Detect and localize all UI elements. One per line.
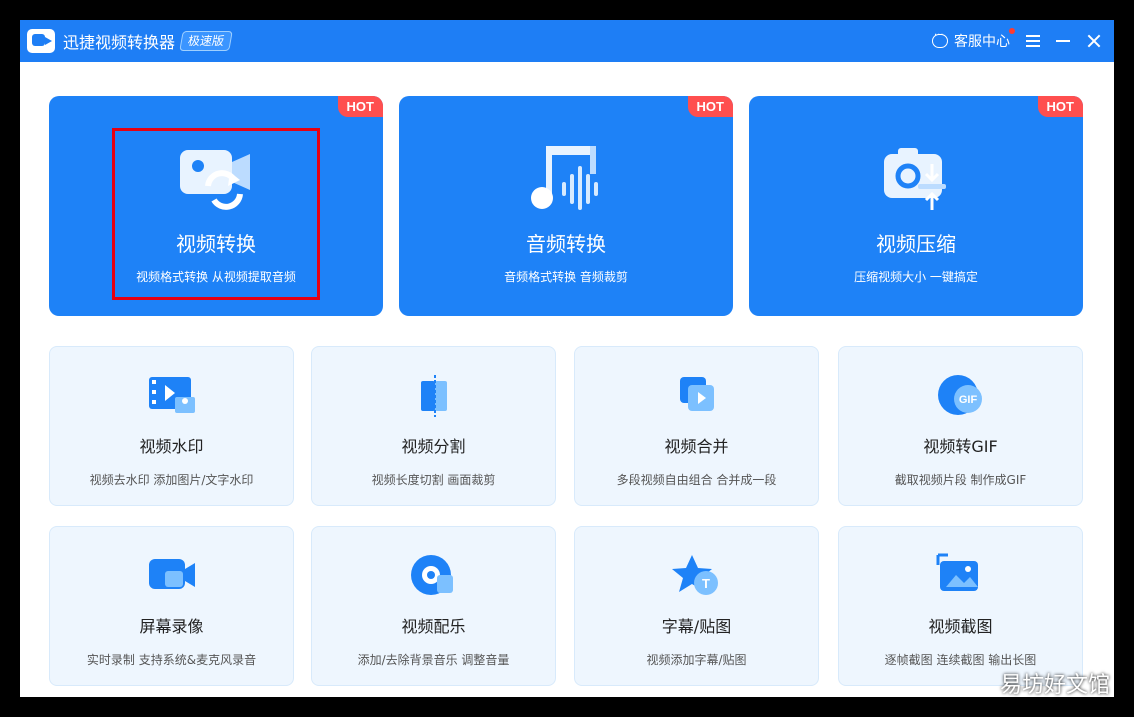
card-title: 音频转换 [526,232,606,256]
hot-badge: HOT [1037,96,1083,117]
card-subtitle: 逐帧截图 连续截图 输出长图 [884,653,1037,667]
customer-service-label: 客服中心 [954,34,1010,50]
card-subtitle: 压缩视频大小 一键搞定 [854,270,978,284]
text-icon-letter: T [702,576,710,591]
hot-badge: HOT [337,96,383,117]
card-subtitle: 截取视频片段 制作成GIF [894,473,1027,487]
film-watermark-icon [148,377,195,413]
customer-service-button[interactable]: 客服中心 [932,28,1015,51]
card-subtitle: 音频格式转换 音频裁剪 [504,270,628,284]
star-text-icon: T [671,555,718,595]
card-subtitle: 实时录制 支持系统&麦克风录音 [86,653,257,667]
card-title: 视频配乐 [401,617,466,636]
menu-icon[interactable] [1026,35,1040,47]
screen-record-card[interactable]: 屏幕录像 实时录制 支持系统&麦克风录音 [49,526,294,686]
notification-dot [1009,28,1015,34]
card-title: 视频水印 [139,437,204,456]
gif-icon-text: GIF [958,394,977,406]
hot-badge: HOT [687,96,733,117]
screen-record-icon [148,559,195,589]
video-merge-card[interactable]: 视频合并 多段视频自由组合 合并成一段 [574,346,819,506]
camera-compress-icon [884,148,946,210]
card-title: 视频截图 [928,617,993,636]
title-bar-controls: 客服中心 [932,28,1102,51]
subtitle-sticker-card[interactable]: T 字幕/贴图 视频添加字幕/贴图 [574,526,819,686]
gif-icon: GIF [937,375,982,415]
audio-convert-card[interactable]: HOT 音频转换 音频格式转换 音频裁剪 [399,96,733,316]
screenshot-icon [936,553,978,591]
app-window: 迅捷视频转换器 极速版 客服中心 HOT 视频转换 视频格式转换 从视频提取音频… [20,20,1114,697]
card-subtitle: 添加/去除背景音乐 调整音量 [357,653,510,667]
edition-badge: 极速版 [179,31,233,51]
video-watermark-card[interactable]: 视频水印 视频去水印 添加图片/文字水印 [49,346,294,506]
card-subtitle: 多段视频自由组合 合并成一段 [616,473,777,487]
card-title: 视频合并 [664,437,729,456]
merge-icon [679,377,714,411]
selection-highlight-box [112,128,320,300]
video-screenshot-card[interactable]: 视频截图 逐帧截图 连续截图 输出长图 [838,526,1083,686]
card-title: 字幕/贴图 [661,617,732,636]
chat-bubble-icon [932,30,948,48]
app-title: 迅捷视频转换器 [63,33,176,52]
split-icon [420,375,447,417]
card-subtitle: 视频长度切割 画面裁剪 [371,473,496,487]
disc-music-icon [410,555,453,595]
card-title: 视频压缩 [876,232,956,256]
minimize-icon[interactable] [1056,40,1070,42]
card-subtitle: 视频添加字幕/贴图 [646,653,747,667]
video-music-card[interactable]: 视频配乐 添加/去除背景音乐 调整音量 [311,526,556,686]
app-logo-icon [27,29,55,53]
video-compress-card[interactable]: HOT 视频压缩 压缩视频大小 一键搞定 [749,96,1083,316]
card-title: 视频转GIF [923,437,998,456]
video-to-gif-card[interactable]: GIF 视频转GIF 截取视频片段 制作成GIF [838,346,1083,506]
card-title: 视频分割 [401,437,466,456]
title-bar: 迅捷视频转换器 极速版 客服中心 [20,20,1114,62]
card-title: 屏幕录像 [139,617,204,636]
site-watermark: 易坊好文馆 [999,673,1110,698]
video-split-card[interactable]: 视频分割 视频长度切割 画面裁剪 [311,346,556,506]
close-icon[interactable] [1086,33,1102,49]
music-note-icon [531,146,598,210]
card-subtitle: 视频去水印 添加图片/文字水印 [89,473,254,487]
